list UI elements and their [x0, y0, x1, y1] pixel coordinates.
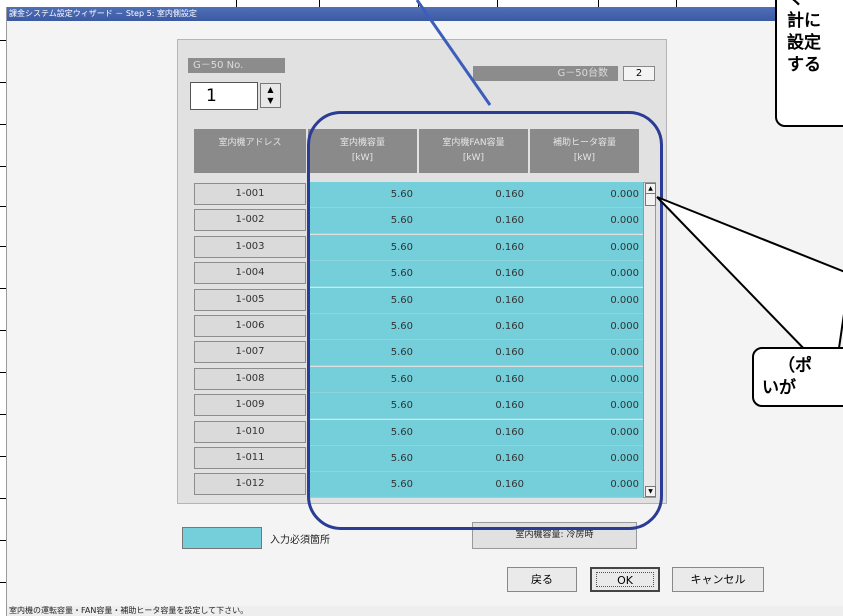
pointer-line [415, 0, 492, 106]
annotation-arrows [415, 0, 843, 356]
callout-line: いが [762, 378, 796, 398]
callout-pointer [656, 196, 843, 356]
callout-line: 設定 [787, 33, 821, 53]
callout-top: く 計に 設定 する [775, 0, 843, 127]
callout-line: く [787, 0, 843, 10]
callout-line: （ポ [778, 356, 812, 376]
callout-bottom: （ポ いが [752, 347, 843, 407]
callout-line: 計に [787, 11, 821, 31]
callout-line: する [787, 55, 821, 75]
